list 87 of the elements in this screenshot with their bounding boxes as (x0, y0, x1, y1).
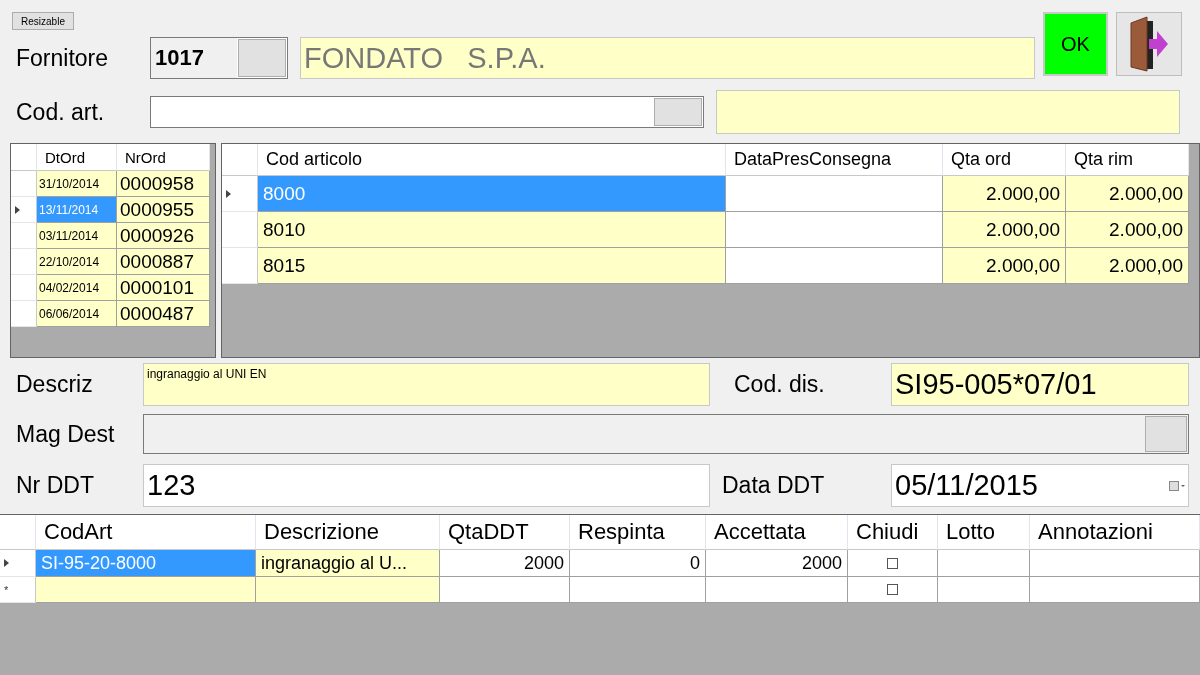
row-header[interactable]: * (0, 577, 36, 603)
ddt-date-label: Data DDT (721, 472, 826, 499)
table-cell[interactable]: 8015 (258, 248, 726, 284)
column-header[interactable]: Lotto (938, 515, 1030, 550)
resizable-button[interactable]: Resizable (12, 12, 74, 30)
calendar-icon[interactable] (1169, 480, 1185, 491)
table-cell[interactable]: 0000958 (117, 171, 210, 197)
table-cell[interactable] (938, 577, 1030, 603)
door-exit-icon (1129, 15, 1169, 73)
article-description-field[interactable] (716, 90, 1180, 134)
column-header[interactable]: Qta rim (1066, 144, 1189, 176)
column-header[interactable]: Annotazioni (1030, 515, 1200, 550)
drawing-code-field[interactable]: SI95-005*07/01 (891, 363, 1189, 406)
ddt-date-field[interactable]: 05/11/2015 (891, 464, 1189, 507)
table-cell[interactable]: 0000101 (117, 275, 210, 301)
header-corner[interactable] (11, 144, 37, 171)
description-label: Descriz (15, 371, 94, 398)
table-cell[interactable]: 31/10/2014 (37, 171, 117, 197)
table-cell[interactable]: 2.000,00 (1066, 176, 1189, 212)
table-cell[interactable]: 0 (570, 550, 706, 577)
column-header[interactable]: Qta ord (943, 144, 1066, 176)
table-cell[interactable]: 2.000,00 (943, 212, 1066, 248)
description-field[interactable]: ingranaggio al UNI EN (143, 363, 710, 406)
table-cell[interactable]: 2.000,00 (943, 176, 1066, 212)
table-cell[interactable]: 03/11/2014 (37, 223, 117, 249)
ddt-number-label: Nr DDT (15, 472, 95, 499)
row-pointer-icon (15, 205, 20, 214)
column-header[interactable]: Descrizione (256, 515, 440, 550)
table-cell[interactable] (938, 550, 1030, 577)
table-cell[interactable]: 06/06/2014 (37, 301, 117, 327)
article-code-field[interactable] (150, 96, 704, 128)
lookup-button[interactable] (654, 98, 702, 126)
table-cell[interactable] (848, 550, 938, 577)
header-corner[interactable] (222, 144, 258, 176)
table-cell[interactable]: 2.000,00 (943, 248, 1066, 284)
supplier-code-field[interactable]: 1017 (150, 37, 288, 79)
lookup-button[interactable] (238, 39, 286, 77)
row-header[interactable] (11, 197, 37, 223)
supplier-name-field[interactable]: FONDATO S.P.A. (300, 37, 1035, 79)
table-cell[interactable]: 0000926 (117, 223, 210, 249)
table-cell[interactable] (256, 577, 440, 603)
column-header[interactable]: DtOrd (37, 144, 117, 171)
table-cell[interactable]: 04/02/2014 (37, 275, 117, 301)
column-header[interactable]: Chiudi (848, 515, 938, 550)
article-code-label: Cod. art. (15, 98, 106, 126)
table-cell[interactable] (726, 176, 943, 212)
new-row-marker: * (4, 583, 9, 596)
warehouse-label: Mag Dest (15, 420, 116, 448)
column-header[interactable]: DataPresConsegna (726, 144, 943, 176)
row-pointer-icon (4, 559, 9, 567)
row-pointer-icon (226, 189, 231, 198)
table-cell[interactable] (1030, 550, 1200, 577)
ok-button[interactable]: OK (1043, 12, 1108, 76)
date-value: 05/11/2015 (895, 469, 1038, 502)
column-header[interactable]: QtaDDT (440, 515, 570, 550)
table-cell[interactable]: 2.000,00 (1066, 212, 1189, 248)
table-cell[interactable]: 2000 (440, 550, 570, 577)
table-cell[interactable]: 2.000,00 (1066, 248, 1189, 284)
drawing-code-label: Cod. dis. (733, 371, 826, 398)
table-cell[interactable] (848, 577, 938, 603)
table-cell[interactable]: 0000487 (117, 301, 210, 327)
table-cell[interactable] (440, 577, 570, 603)
table-cell[interactable] (726, 248, 943, 284)
column-header[interactable]: CodArt (36, 515, 256, 550)
supplier-label: Fornitore (15, 44, 110, 72)
dropdown-button[interactable] (1145, 416, 1187, 452)
table-cell[interactable] (36, 577, 256, 603)
column-header[interactable]: Accettata (706, 515, 848, 550)
header-corner[interactable] (0, 515, 36, 550)
checkbox[interactable] (887, 557, 898, 569)
ddt-number-field[interactable]: 123 (143, 464, 710, 507)
exit-button[interactable] (1116, 12, 1182, 76)
checkbox[interactable] (887, 584, 898, 595)
table-cell[interactable] (570, 577, 706, 603)
warehouse-field[interactable] (143, 414, 1189, 454)
column-header[interactable]: Respinta (570, 515, 706, 550)
table-cell[interactable]: 0000887 (117, 249, 210, 275)
table-cell[interactable] (726, 212, 943, 248)
table-cell[interactable]: 22/10/2014 (37, 249, 117, 275)
table-cell[interactable]: ingranaggio al U... (256, 550, 440, 577)
table-cell[interactable]: 8010 (258, 212, 726, 248)
table-cell[interactable]: 0000955 (117, 197, 210, 223)
table-cell[interactable]: 2000 (706, 550, 848, 577)
column-header[interactable]: Cod articolo (258, 144, 726, 176)
column-header[interactable]: NrOrd (117, 144, 210, 171)
table-cell[interactable] (706, 577, 848, 603)
table-cell[interactable] (1030, 577, 1200, 603)
